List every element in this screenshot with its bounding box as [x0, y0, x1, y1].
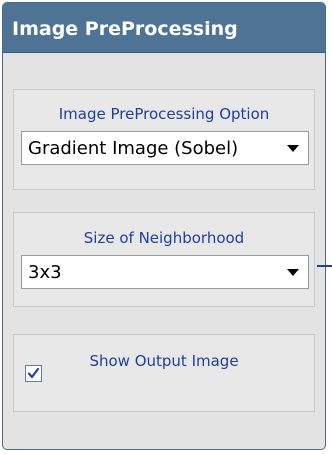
panel-title: Image PreProcessing	[12, 18, 238, 40]
chevron-down-icon	[287, 269, 299, 276]
check-icon	[27, 367, 40, 379]
preprocessing-option-dropdown[interactable]: Gradient Image (Sobel)	[21, 131, 309, 165]
connector-line	[317, 265, 332, 267]
preprocessing-option-group: Image PreProcessing Option Gradient Imag…	[13, 89, 315, 190]
neighborhood-size-dropdown[interactable]: 3x3	[21, 255, 309, 289]
show-output-checkbox[interactable]	[25, 365, 42, 382]
preprocessing-option-label: Image PreProcessing Option	[58, 105, 270, 123]
image-preprocessing-panel: Image PreProcessing Image PreProcessing …	[2, 2, 326, 450]
chevron-down-icon	[287, 145, 299, 152]
neighborhood-size-group: Size of Neighborhood 3x3	[13, 212, 315, 307]
show-output-label: Show Output Image	[89, 352, 239, 370]
neighborhood-size-value: 3x3	[28, 262, 62, 283]
panel-header: Image PreProcessing	[3, 3, 325, 53]
show-output-group: Show Output Image	[13, 334, 315, 412]
neighborhood-size-label: Size of Neighborhood	[83, 229, 245, 247]
preprocessing-option-value: Gradient Image (Sobel)	[28, 138, 239, 159]
